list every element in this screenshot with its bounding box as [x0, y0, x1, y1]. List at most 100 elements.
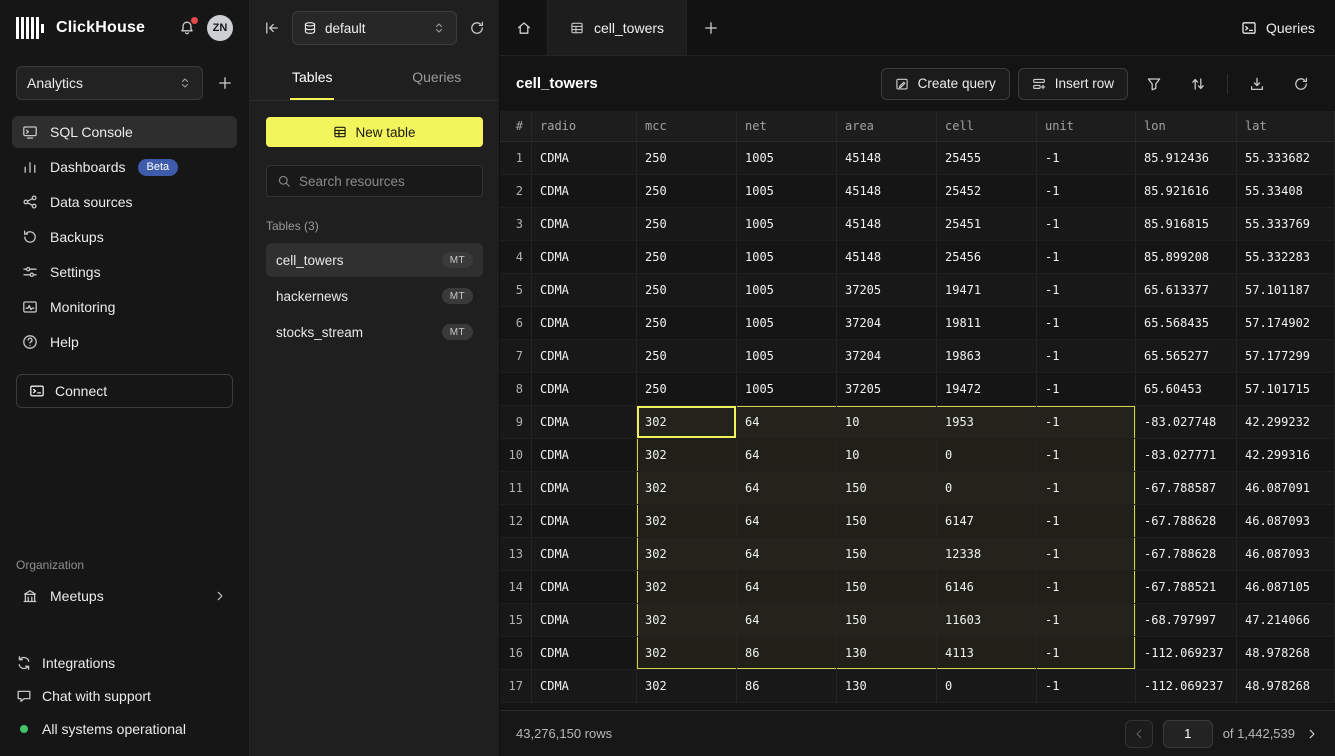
table-cell[interactable]: 302 [637, 472, 737, 505]
table-cell[interactable]: 45148 [837, 175, 937, 208]
table-cell[interactable]: 85.899208 [1136, 241, 1237, 274]
table-cell[interactable]: -1 [1037, 340, 1136, 373]
system-status-link[interactable]: All systems operational [16, 714, 233, 744]
row-number[interactable]: 7 [500, 340, 532, 373]
table-cell[interactable]: 302 [637, 571, 737, 604]
table-cell[interactable]: 1005 [737, 142, 837, 175]
table-cell[interactable]: -67.788587 [1136, 472, 1237, 505]
sidebar-item-integrations[interactable]: Integrations [16, 648, 233, 678]
row-number[interactable]: 3 [500, 208, 532, 241]
row-number[interactable]: 5 [500, 274, 532, 307]
table-cell[interactable]: CDMA [532, 142, 637, 175]
table-cell[interactable]: 37205 [837, 274, 937, 307]
table-cell[interactable]: CDMA [532, 505, 637, 538]
row-number[interactable]: 4 [500, 241, 532, 274]
table-cell[interactable]: CDMA [532, 439, 637, 472]
row-number[interactable]: 6 [500, 307, 532, 340]
table-cell[interactable]: 0 [937, 670, 1037, 703]
table-cell[interactable]: -67.788628 [1136, 505, 1237, 538]
table-cell[interactable]: 64 [737, 538, 837, 571]
table-cell[interactable]: 19471 [937, 274, 1037, 307]
column-header-area[interactable]: area [837, 111, 937, 142]
table-cell[interactable]: 64 [737, 604, 837, 637]
table-cell[interactable]: -1 [1037, 307, 1136, 340]
column-header-net[interactable]: net [737, 111, 837, 142]
sidebar-item-settings[interactable]: Settings [12, 256, 237, 288]
download-button[interactable] [1239, 68, 1275, 100]
table-cell[interactable]: 57.177299 [1237, 340, 1335, 373]
sidebar-item-meetups[interactable]: Meetups [12, 580, 237, 612]
table-cell[interactable]: 250 [637, 208, 737, 241]
table-cell[interactable]: CDMA [532, 241, 637, 274]
table-cell[interactable]: 46.087093 [1237, 505, 1335, 538]
column-header-mcc[interactable]: mcc [637, 111, 737, 142]
table-list-item-cell-towers[interactable]: cell_towers MT [266, 243, 483, 277]
table-cell[interactable]: CDMA [532, 208, 637, 241]
table-cell[interactable]: -67.788628 [1136, 538, 1237, 571]
table-cell[interactable]: 250 [637, 340, 737, 373]
table-cell[interactable]: 1005 [737, 307, 837, 340]
table-cell[interactable]: CDMA [532, 175, 637, 208]
row-number[interactable]: 11 [500, 472, 532, 505]
table-cell[interactable]: 250 [637, 307, 737, 340]
refresh-tables-button[interactable] [469, 20, 485, 36]
sidebar-item-chat-support[interactable]: Chat with support [16, 681, 233, 711]
column-header-radio[interactable]: radio [532, 111, 637, 142]
sidebar-item-dashboards[interactable]: Dashboards Beta [12, 151, 237, 183]
table-cell[interactable]: 64 [737, 571, 837, 604]
table-cell[interactable]: 150 [837, 505, 937, 538]
row-number[interactable]: 1 [500, 142, 532, 175]
prev-page-button[interactable] [1125, 720, 1153, 748]
database-select[interactable]: default [292, 11, 457, 45]
table-cell[interactable]: 65.60453 [1136, 373, 1237, 406]
column-header-cell[interactable]: cell [937, 111, 1037, 142]
create-query-button[interactable]: Create query [881, 68, 1010, 100]
filter-button[interactable] [1136, 68, 1172, 100]
tab-cell-towers[interactable]: cell_towers [548, 0, 687, 55]
table-cell[interactable]: -1 [1037, 571, 1136, 604]
table-cell[interactable]: 48.978268 [1237, 637, 1335, 670]
table-cell[interactable]: 42.299232 [1237, 406, 1335, 439]
table-cell[interactable]: 302 [637, 637, 737, 670]
table-cell[interactable]: -1 [1037, 604, 1136, 637]
table-cell[interactable]: 250 [637, 241, 737, 274]
tab-tables[interactable]: Tables [250, 56, 375, 100]
table-cell[interactable]: 48.978268 [1237, 670, 1335, 703]
next-page-button[interactable] [1305, 727, 1319, 741]
notifications-button[interactable] [175, 16, 199, 40]
table-cell[interactable]: 302 [637, 439, 737, 472]
row-number[interactable]: 13 [500, 538, 532, 571]
table-cell[interactable]: 45148 [837, 208, 937, 241]
table-cell[interactable]: -1 [1037, 472, 1136, 505]
row-number[interactable]: 2 [500, 175, 532, 208]
table-cell[interactable]: -67.788521 [1136, 571, 1237, 604]
table-cell[interactable]: 64 [737, 406, 837, 439]
table-cell[interactable]: -112.069237 [1136, 670, 1237, 703]
table-cell[interactable]: -1 [1037, 274, 1136, 307]
column-header-rownum[interactable]: # [500, 111, 532, 142]
table-cell[interactable]: 250 [637, 175, 737, 208]
table-cell[interactable]: -68.797997 [1136, 604, 1237, 637]
table-cell[interactable]: 47.214066 [1237, 604, 1335, 637]
table-cell[interactable]: 150 [837, 538, 937, 571]
row-number[interactable]: 9 [500, 406, 532, 439]
table-cell[interactable]: 0 [937, 439, 1037, 472]
table-cell[interactable]: 4113 [937, 637, 1037, 670]
table-cell[interactable]: 64 [737, 505, 837, 538]
table-cell[interactable]: 86 [737, 637, 837, 670]
table-cell[interactable]: 55.33408 [1237, 175, 1335, 208]
home-tab[interactable] [500, 0, 548, 55]
table-cell[interactable]: 46.087091 [1237, 472, 1335, 505]
table-cell[interactable]: 302 [637, 670, 737, 703]
table-cell[interactable]: -1 [1037, 538, 1136, 571]
table-cell[interactable]: 250 [637, 274, 737, 307]
sort-button[interactable] [1180, 68, 1216, 100]
table-cell[interactable]: 55.332283 [1237, 241, 1335, 274]
table-cell[interactable]: 64 [737, 472, 837, 505]
table-cell[interactable]: 130 [837, 670, 937, 703]
table-cell[interactable]: 19472 [937, 373, 1037, 406]
table-cell[interactable]: 150 [837, 571, 937, 604]
tab-queries[interactable]: Queries [375, 56, 500, 100]
table-cell[interactable]: 302 [637, 505, 737, 538]
table-cell[interactable]: -1 [1037, 142, 1136, 175]
